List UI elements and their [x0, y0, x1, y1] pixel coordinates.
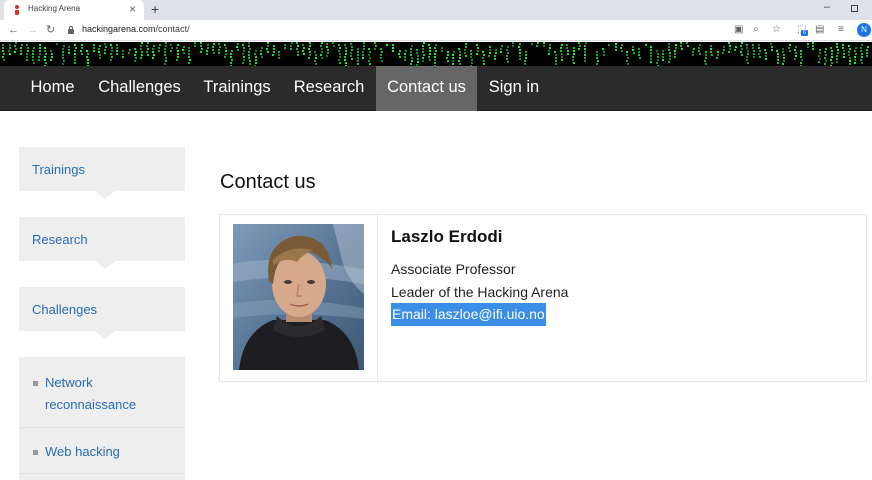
contact-card: Laszlo Erdodi Associate Professor Leader… [219, 214, 867, 382]
sidebar-sub-list: Network reconnaissance Web hacking [19, 357, 185, 480]
nav-challenges[interactable]: Challenges [87, 66, 192, 111]
profile-photo [233, 224, 364, 370]
nav-research[interactable]: Research [282, 66, 376, 111]
tab-title: Hacking Arena [28, 4, 81, 13]
reload-icon[interactable]: ↻ [46, 22, 55, 38]
sidebar-item-label: Challenges [32, 302, 98, 317]
extension-badge: 6 [801, 30, 808, 36]
card-divider [377, 215, 378, 381]
lock-icon[interactable] [68, 26, 74, 34]
nav-contact-us[interactable]: Contact us [376, 66, 477, 111]
minimize-window-icon[interactable]: – [824, 1, 830, 13]
new-tab-icon[interactable]: + [151, 1, 159, 17]
nav-trainings[interactable]: Trainings [192, 66, 282, 111]
url-host: hackingarena.com [82, 24, 156, 34]
back-arrow-icon[interactable]: ← [8, 22, 19, 38]
reading-list-icon[interactable]: ≡ [838, 23, 844, 37]
sidebar-item-trainings[interactable]: Trainings [19, 147, 185, 199]
bullet-icon [33, 381, 38, 386]
sidebar-item-label: Trainings [32, 162, 85, 177]
close-tab-icon[interactable]: × [129, 2, 136, 16]
restore-window-icon[interactable] [851, 5, 858, 12]
url-path: /contact/ [155, 24, 190, 34]
sub-item-label: Web hacking [45, 444, 120, 459]
sub-item-label: Network reconnaissance [45, 375, 137, 412]
bullet-icon [33, 450, 38, 455]
main-navbar: Home Challenges Trainings Research Conta… [0, 66, 872, 111]
bookmark-star-icon[interactable]: ☆ [772, 23, 781, 37]
forward-arrow-icon[interactable]: → [27, 22, 38, 38]
nav-sign-in[interactable]: Sign in [477, 66, 551, 111]
matrix-code-image [2, 42, 869, 66]
zoom-icon[interactable]: ⌕ [753, 23, 759, 37]
cast-icon[interactable]: ▤ [815, 23, 824, 37]
sidebar-item-research[interactable]: Research [19, 217, 185, 269]
sidebar-sub-item-network-reconnaissance[interactable]: Network reconnaissance [19, 357, 185, 428]
person-email[interactable]: Email: laszloe@ifi.uio.no [391, 303, 546, 326]
translate-icon[interactable]: ▣ [734, 23, 743, 37]
sidebar-item-label: Research [32, 232, 88, 247]
hacking-arena-favicon-icon [14, 5, 20, 15]
person-name: Laszlo Erdodi [391, 227, 503, 246]
browser-toolbar: ← → ↻ hackingarena.com/contact/ ▣ ⌕ ☆ ⬚ … [0, 20, 872, 41]
profile-avatar[interactable]: N [857, 23, 871, 37]
page-title: Contact us [220, 171, 316, 193]
sidebar-item-challenges[interactable]: Challenges [19, 287, 185, 339]
address-bar[interactable]: hackingarena.com/contact/ [82, 24, 190, 34]
person-position: Associate Professor [391, 261, 516, 277]
matrix-banner [0, 42, 872, 66]
browser-tab[interactable]: Hacking Arena × [4, 0, 144, 20]
nav-home[interactable]: Home [19, 66, 86, 111]
sidebar-sub-item-web-hacking[interactable]: Web hacking [19, 428, 185, 474]
browser-tabstrip: Hacking Arena × + – [0, 0, 872, 20]
person-role: Leader of the Hacking Arena [391, 284, 569, 300]
